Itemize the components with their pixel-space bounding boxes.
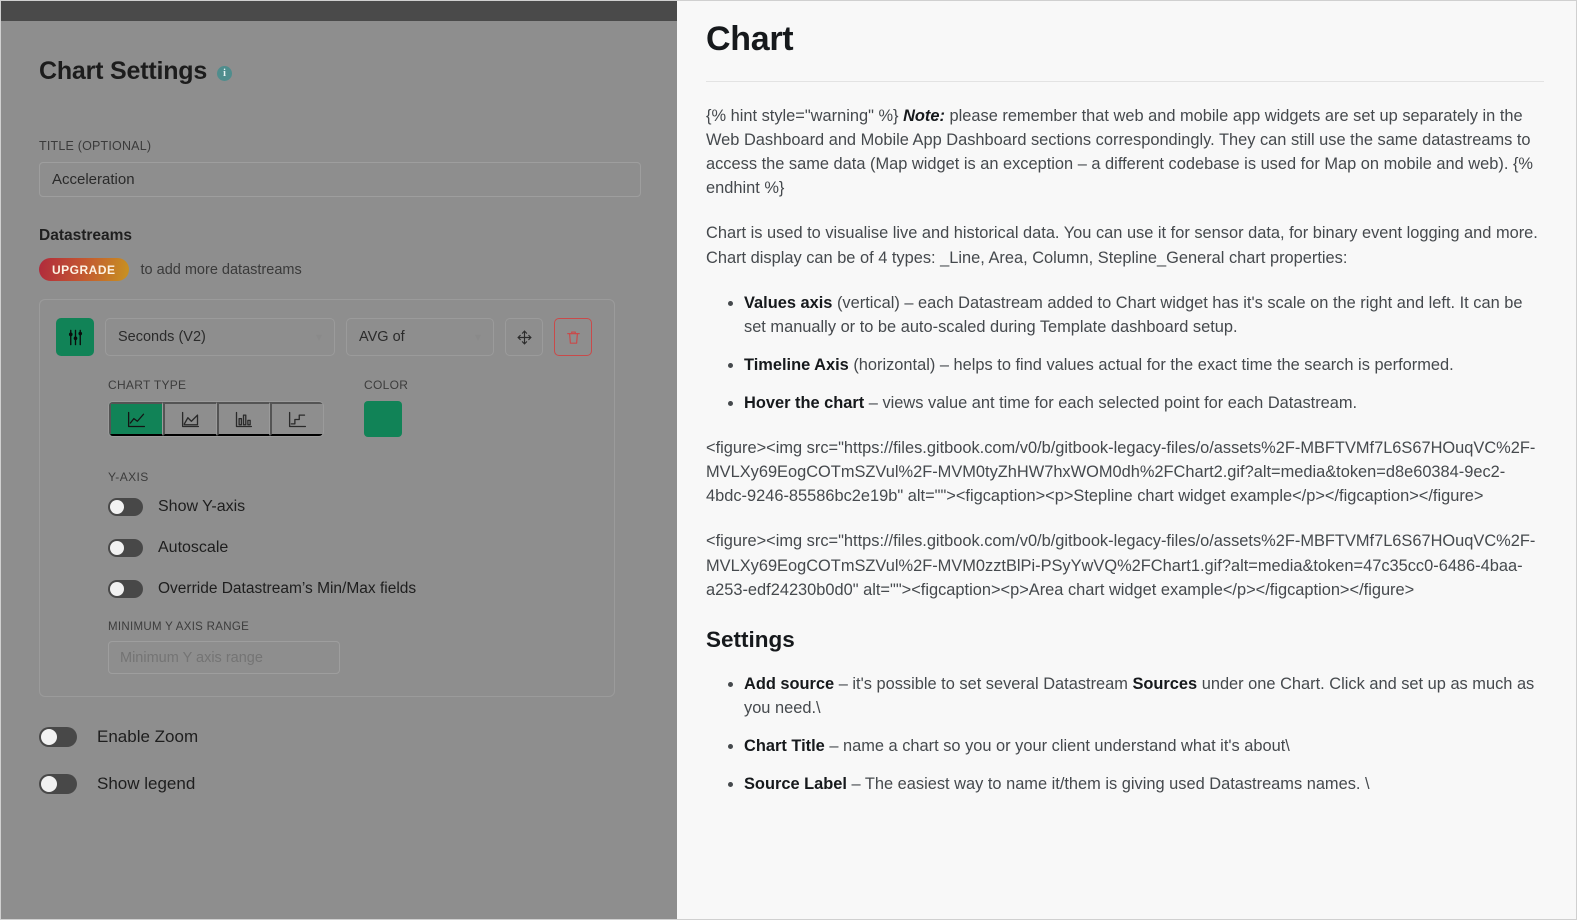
upgrade-note: to add more datastreams bbox=[140, 261, 302, 278]
toggle-show-legend[interactable]: Show legend bbox=[39, 774, 639, 794]
chart-type-column-button[interactable] bbox=[216, 402, 271, 436]
chevron-down-icon: ▾ bbox=[474, 330, 481, 344]
chevron-down-icon: ▾ bbox=[315, 330, 322, 344]
list-item: Chart Title – name a chart so you or you… bbox=[744, 734, 1544, 758]
chart-settings-panel: Chart Settings i TITLE (OPTIONAL) Datast… bbox=[1, 21, 677, 919]
trash-icon bbox=[566, 330, 580, 344]
toggle-knob bbox=[110, 500, 124, 514]
intro-paragraph: Chart is used to visualise live and hist… bbox=[706, 224, 1538, 267]
chart-type-line-button[interactable] bbox=[109, 402, 163, 436]
datastream-row: Seconds (V2) ▾ AVG of ▾ bbox=[56, 318, 598, 356]
min-y-range-input[interactable] bbox=[108, 641, 340, 674]
toggle-switch[interactable] bbox=[108, 580, 143, 598]
chart-settings-overlay: Chart Settings i TITLE (OPTIONAL) Datast… bbox=[1, 1, 677, 919]
color-block: COLOR bbox=[364, 378, 408, 437]
color-swatch[interactable] bbox=[364, 401, 402, 437]
list-item: Timeline Axis (horizontal) – helps to fi… bbox=[744, 353, 1544, 377]
datastream-select[interactable]: Seconds (V2) ▾ bbox=[105, 318, 335, 356]
line-chart-icon bbox=[127, 411, 145, 427]
list-item-term: Source Label bbox=[744, 775, 847, 794]
toggle-knob bbox=[110, 582, 124, 596]
toggle-switch[interactable] bbox=[108, 539, 143, 557]
chart-title-input[interactable] bbox=[39, 162, 641, 197]
info-icon[interactable]: i bbox=[217, 66, 233, 81]
toggle-switch[interactable] bbox=[108, 498, 143, 516]
toggle-knob bbox=[41, 729, 57, 745]
list-item-desc: (horizontal) – helps to find values actu… bbox=[848, 355, 1454, 374]
chart-type-stepline-button[interactable] bbox=[270, 402, 323, 436]
list-item-term: Values axis bbox=[744, 293, 833, 312]
chart-type-label: CHART TYPE bbox=[108, 378, 187, 392]
toggle-switch[interactable] bbox=[39, 774, 77, 794]
y-axis-block: Y-AXIS Show Y-axis Autoscale Override Da… bbox=[56, 470, 598, 674]
list-item-term: Chart Title bbox=[744, 737, 825, 755]
min-y-range-label: MINIMUM Y AXIS RANGE bbox=[108, 621, 250, 633]
datastream-select-value: Seconds (V2) bbox=[118, 329, 206, 345]
app-window: Chart Settings i TITLE (OPTIONAL) Datast… bbox=[0, 0, 1577, 920]
stepline-chart-icon bbox=[289, 411, 307, 427]
color-label: COLOR bbox=[364, 378, 409, 392]
toggle-knob bbox=[110, 541, 124, 555]
toggle-label: Show legend bbox=[97, 774, 196, 793]
toggle-switch[interactable] bbox=[39, 727, 77, 747]
datastreams-heading: Datastreams bbox=[39, 227, 133, 244]
list-item-term: Timeline Axis bbox=[744, 355, 849, 374]
toggle-override-minmax[interactable]: Override Datastream’s Min/Max fields bbox=[108, 580, 598, 598]
panel-title-row: Chart Settings i bbox=[39, 57, 639, 86]
toggle-knob bbox=[41, 776, 57, 792]
window-title-bar bbox=[1, 1, 677, 21]
doc-title: Chart bbox=[706, 20, 794, 58]
sliders-icon-button[interactable] bbox=[56, 318, 94, 356]
doc-title-divider bbox=[706, 80, 1544, 82]
list-item-desc: – views value ant time for each selected… bbox=[864, 393, 1358, 412]
title-field-label: TITLE (OPTIONAL) bbox=[39, 139, 152, 153]
figure-block-1: <figure><img src="https://files.gitbook.… bbox=[706, 439, 1536, 506]
datastream-card: Seconds (V2) ▾ AVG of ▾ CHART TYPE COLOR… bbox=[39, 299, 615, 697]
toggle-label: Enable Zoom bbox=[97, 727, 199, 746]
list-item: Values axis (vertical) – each Datastream… bbox=[744, 291, 1544, 339]
list-item-desc-before: – The easiest way to name it/them is giv… bbox=[846, 775, 1370, 794]
aggregation-select-value: AVG of bbox=[359, 329, 405, 345]
list-item: Add source – it's possible to set severa… bbox=[744, 672, 1544, 720]
list-item-term: Add source bbox=[744, 674, 835, 693]
move-icon bbox=[517, 330, 531, 344]
list-item: Source Label – The easiest way to name i… bbox=[744, 772, 1544, 796]
upgrade-badge[interactable]: UPGRADE bbox=[39, 258, 129, 281]
list-item-desc: (vertical) – each Datastream added to Ch… bbox=[744, 293, 1523, 336]
settings-heading: Settings bbox=[706, 626, 795, 652]
upgrade-row: UPGRADE to add more datastreams bbox=[39, 258, 639, 281]
toggle-label: Autoscale bbox=[158, 539, 229, 556]
area-chart-icon bbox=[181, 411, 199, 427]
column-chart-icon bbox=[236, 411, 253, 427]
bottom-toggles: Enable Zoom Show legend bbox=[39, 727, 639, 794]
properties-list: Values axis (vertical) – each Datastream… bbox=[706, 291, 1544, 415]
delete-datastream-button[interactable] bbox=[554, 318, 592, 356]
aggregation-select[interactable]: AVG of ▾ bbox=[346, 318, 494, 356]
list-item: Hover the chart – views value ant time f… bbox=[744, 391, 1544, 415]
chart-type-block: CHART TYPE bbox=[108, 378, 324, 437]
list-item-term-2: Sources bbox=[1132, 674, 1198, 693]
toggle-label: Override Datastream’s Min/Max fields bbox=[158, 580, 417, 597]
sliders-icon bbox=[68, 329, 82, 345]
list-item-desc-before: – name a chart so you or your client und… bbox=[824, 737, 1290, 755]
chart-type-area-button[interactable] bbox=[162, 402, 217, 436]
list-item-term: Hover the chart bbox=[744, 393, 865, 412]
toggle-enable-zoom[interactable]: Enable Zoom bbox=[39, 727, 639, 747]
documentation-pane: Chart {% hint style="warning" %} Note: p… bbox=[677, 1, 1576, 919]
hint-open-tag: {% hint style="warning" %} bbox=[706, 106, 904, 125]
page-title: Chart Settings bbox=[39, 57, 208, 85]
chart-type-group bbox=[108, 401, 324, 437]
move-datastream-button[interactable] bbox=[505, 318, 543, 356]
toggle-show-y-axis[interactable]: Show Y-axis bbox=[108, 498, 598, 516]
note-paragraph: {% hint style="warning" %} Note: please … bbox=[706, 104, 1544, 200]
settings-list: Add source – it's possible to set severa… bbox=[706, 672, 1544, 796]
list-item-desc-before: – it's possible to set several Datastrea… bbox=[834, 674, 1133, 693]
y-axis-label: Y-AXIS bbox=[108, 470, 149, 484]
note-label: Note: bbox=[903, 106, 945, 125]
toggle-autoscale[interactable]: Autoscale bbox=[108, 539, 598, 557]
toggle-label: Show Y-axis bbox=[158, 498, 246, 515]
figure-block-2: <figure><img src="https://files.gitbook.… bbox=[706, 532, 1536, 599]
chart-type-color-row: CHART TYPE COLOR bbox=[56, 378, 598, 437]
